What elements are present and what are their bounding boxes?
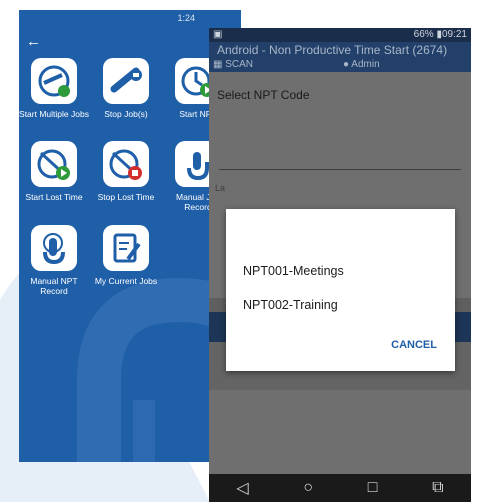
manual-npt-record-icon [31, 225, 77, 271]
npt-code-label: Select NPT Code [217, 88, 310, 102]
back-arrow-icon[interactable]: ← [26, 33, 41, 50]
nav-rotate-icon[interactable]: ⧉ [432, 479, 443, 497]
tile-label: Start Lost Time [25, 192, 83, 202]
action-bar: ▦ SCAN ● Admin [209, 58, 471, 72]
stop-lost-time-icon [103, 141, 149, 187]
dialog-option-npt002[interactable]: NPT002-Training [243, 298, 338, 312]
scan-button[interactable]: ▦ SCAN [213, 58, 343, 72]
stop-jobs-icon [103, 58, 149, 104]
tile-label: My Current Jobs [94, 276, 158, 286]
tile-label: Stop Lost Time [97, 192, 155, 202]
dialog-option-npt001[interactable]: NPT001-Meetings [243, 264, 344, 278]
nav-back-icon[interactable]: ◁ [236, 478, 248, 498]
start-multiple-jobs-icon [31, 58, 77, 104]
tile-label: Manual NPT Record [30, 276, 78, 296]
page-title: Android - Non Productive Time Start (267… [209, 42, 471, 58]
android-nav-bar: ◁ ○ □ ⧉ [209, 474, 471, 502]
right-status-bar: ▣ 66% ▮09:21 [209, 28, 471, 42]
my-current-jobs-icon [103, 225, 149, 271]
tile-label: Stop Job(s) [104, 109, 148, 119]
gallery-notification-icon: ▣ [213, 29, 223, 40]
right-app-screen: ▣ 66% ▮09:21 Android - Non Productive Ti… [209, 28, 471, 502]
scan-icon: ▦ [213, 59, 226, 70]
left-status-bar: 1:24 [19, 10, 241, 26]
tile-my-current-jobs[interactable]: My Current Jobs [91, 225, 161, 286]
tile-label: Start Multiple Jobs [19, 109, 89, 119]
npt-code-field-underline[interactable] [219, 169, 461, 170]
npt-code-dialog: NPT001-Meetings NPT002-Training CANCEL [226, 209, 455, 371]
user-label: Admin [351, 59, 380, 70]
tile-manual-npt-record[interactable]: Manual NPT Record [19, 225, 89, 296]
scan-label: SCAN [225, 59, 254, 70]
left-app-screen: 1:24 ← Start Multiple Jobs Stop Job(s) S… [19, 10, 241, 462]
tile-start-multiple-jobs[interactable]: Start Multiple Jobs [19, 58, 89, 119]
dimmed-field-label: La [215, 183, 226, 193]
nav-home-icon[interactable]: ○ [303, 479, 313, 497]
status-battery-time: 66% ▮09:21 [413, 29, 467, 40]
tile-stop-lost-time[interactable]: Stop Lost Time [91, 141, 161, 202]
nav-recents-icon[interactable]: □ [368, 479, 378, 497]
user-menu[interactable]: ● Admin [343, 58, 380, 72]
tile-stop-jobs[interactable]: Stop Job(s) [91, 58, 161, 119]
dialog-cancel-button[interactable]: CANCEL [391, 339, 437, 351]
tile-start-lost-time[interactable]: Start Lost Time [19, 141, 89, 202]
start-lost-time-icon [31, 141, 77, 187]
left-status-time: 1:24 [177, 13, 195, 23]
